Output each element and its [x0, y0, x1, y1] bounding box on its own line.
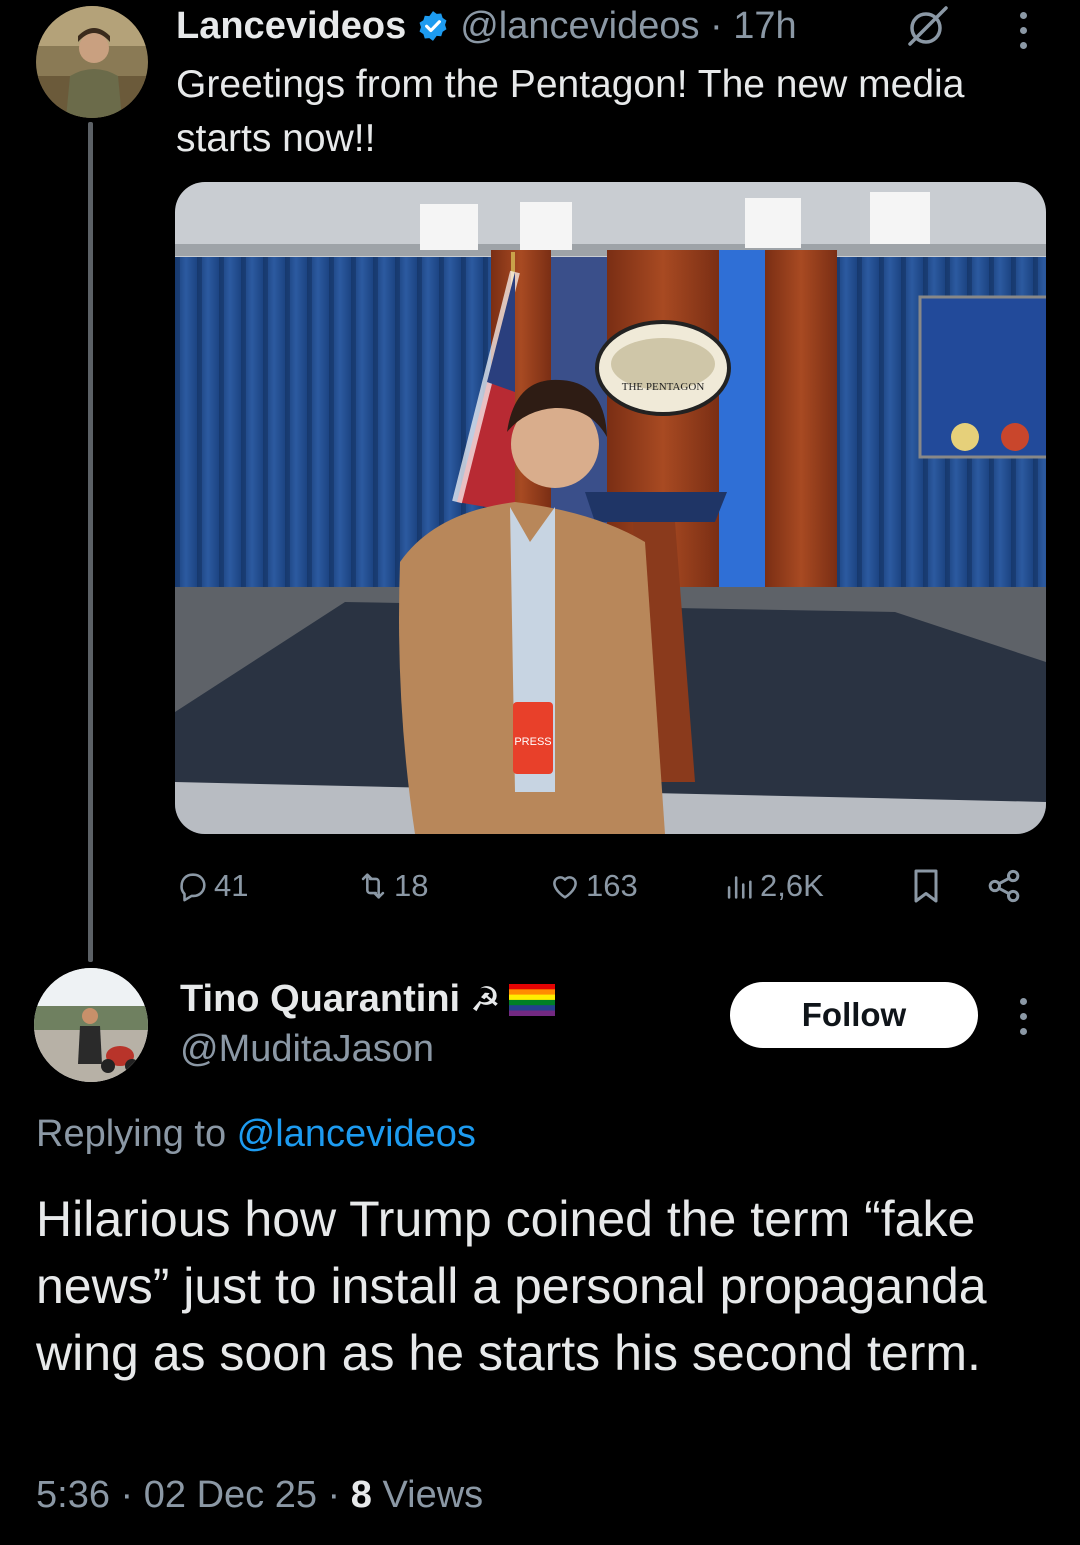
tweet2-date[interactable]: 02 Dec 25 — [144, 1474, 317, 1516]
reply-icon — [180, 873, 206, 902]
tweet1-photo[interactable]: THE PENTAGON PRESS — [175, 182, 1046, 834]
more-vertical-icon[interactable] — [1017, 998, 1029, 1035]
tweet1-display-name[interactable]: Lancevideos — [176, 5, 406, 48]
replying-to: Replying to @lancevideos — [36, 1113, 476, 1156]
tweet1-header: Lancevideos @lancevideos · 17h — [176, 2, 797, 50]
podium-seal-text: THE PENTAGON — [622, 381, 705, 393]
tweet1-handle[interactable]: @lancevideos — [460, 5, 699, 48]
ungrok-icon[interactable] — [904, 4, 952, 48]
share-icon[interactable] — [984, 866, 1024, 906]
verified-badge-icon — [419, 11, 447, 41]
tweet2-time[interactable]: 5:36 — [36, 1474, 110, 1516]
like-count: 163 — [586, 868, 638, 903]
bookmark-icon[interactable] — [906, 866, 946, 906]
follow-button[interactable]: Follow — [730, 982, 978, 1048]
avatar-lancevideos[interactable] — [36, 6, 148, 118]
tweet1-time[interactable]: 17h — [733, 5, 796, 48]
tweet2-views-label: Views — [382, 1474, 484, 1516]
more-vertical-icon[interactable] — [1017, 12, 1029, 49]
views-icon — [727, 876, 752, 899]
thread-line — [88, 122, 93, 962]
meta-separator: · — [109, 1474, 144, 1516]
repost-icon — [361, 873, 385, 899]
tweet2-name-row: Tino Quarantini ☭ — [180, 978, 555, 1021]
tweet2-display-name[interactable]: Tino Quarantini — [180, 978, 460, 1021]
tweet1-separator: · — [699, 4, 734, 47]
hammer-sickle-icon: ☭ — [470, 980, 501, 1019]
tweet2-meta: 5:36 · 02 Dec 25 · 8 Views — [36, 1474, 483, 1517]
tweet2-text: Hilarious how Trump coined the term “fak… — [36, 1191, 987, 1381]
views-button[interactable]: 2,6K — [722, 864, 824, 908]
press-badge-text: PRESS — [514, 736, 551, 748]
repost-count: 18 — [394, 868, 429, 903]
like-icon — [553, 876, 577, 899]
replying-handle-link[interactable]: @lancevideos — [237, 1113, 476, 1155]
replying-prefix: Replying to — [36, 1113, 237, 1155]
rainbow-flag-icon — [508, 983, 555, 1016]
tweet2-views-count: 8 — [350, 1474, 372, 1516]
avatar-muditajason[interactable] — [34, 968, 148, 1082]
like-button[interactable]: 163 — [548, 864, 638, 908]
tweet1-text: Greetings from the Pentagon! The new med… — [176, 63, 965, 160]
repost-button[interactable]: 18 — [356, 864, 428, 908]
reply-button[interactable]: 41 — [176, 864, 248, 908]
tweet2-handle[interactable]: @MuditaJason — [180, 1028, 434, 1071]
reply-count: 41 — [214, 868, 249, 903]
views-count: 2,6K — [760, 868, 824, 903]
meta-separator: · — [316, 1474, 351, 1516]
